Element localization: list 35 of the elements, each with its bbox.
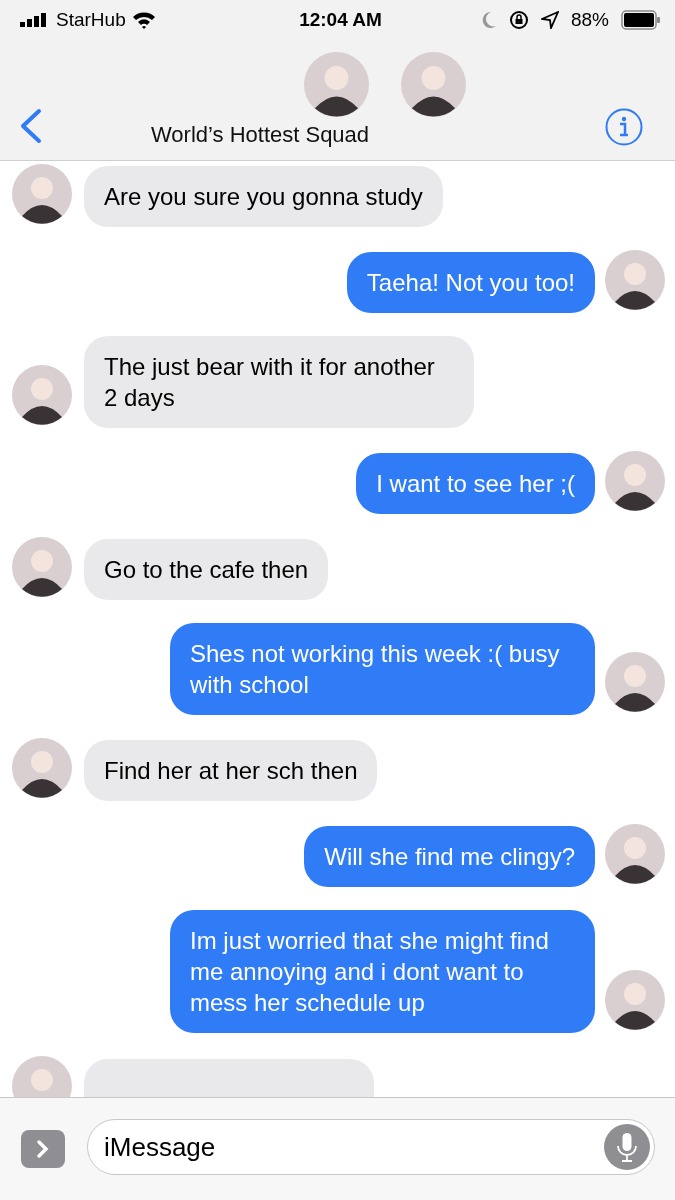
clock-time: 12:04 AM bbox=[299, 9, 382, 31]
info-icon[interactable] bbox=[605, 108, 643, 146]
message-bubble: Will she find me clingy? bbox=[304, 826, 595, 887]
message-bubble: Are you sure you gonna study bbox=[84, 166, 443, 227]
message-bubble: Im just worried that she might find me annoying and i dont want to mess her schedule up bbox=[170, 910, 595, 1033]
back-icon[interactable] bbox=[18, 108, 44, 144]
chat-title[interactable]: World’s Hottest Squad bbox=[151, 122, 370, 148]
location-icon bbox=[540, 11, 559, 29]
message-bubble: I want to see her ;( bbox=[356, 453, 595, 514]
microphone-icon[interactable] bbox=[604, 1124, 650, 1170]
message-bubble: Shes not working this week :( busy with school bbox=[170, 623, 595, 715]
apps-button[interactable] bbox=[21, 1130, 65, 1168]
chevron-icon bbox=[36, 1139, 50, 1159]
avatar-icon bbox=[605, 451, 665, 511]
avatar-icon bbox=[12, 365, 72, 425]
message-bubble: The just bear with it for another 2 days bbox=[84, 336, 474, 428]
avatar-icon bbox=[401, 52, 466, 117]
carrier: StarHub bbox=[56, 9, 126, 31]
message-bubble: Taeha! Not you too! bbox=[346, 252, 595, 313]
wifi-icon bbox=[131, 11, 156, 29]
message-bubble: Go to the cafe then bbox=[84, 539, 329, 600]
avatar-icon bbox=[12, 164, 72, 224]
rotation-lock-icon bbox=[508, 10, 529, 30]
avatar-icon bbox=[605, 824, 665, 884]
avatar-icon bbox=[304, 52, 369, 117]
battery-percent: 88% bbox=[570, 9, 609, 31]
avatar-icon bbox=[12, 537, 72, 597]
battery-icon bbox=[621, 10, 661, 30]
avatar-icon bbox=[12, 738, 72, 798]
avatar-icon bbox=[605, 652, 665, 712]
message-field[interactable]: iMessage bbox=[87, 1119, 655, 1175]
avatar-icon bbox=[605, 970, 665, 1030]
message-bubble: Find her at her sch then bbox=[84, 740, 378, 801]
avatar-icon bbox=[605, 250, 665, 310]
moon-icon bbox=[480, 11, 497, 29]
